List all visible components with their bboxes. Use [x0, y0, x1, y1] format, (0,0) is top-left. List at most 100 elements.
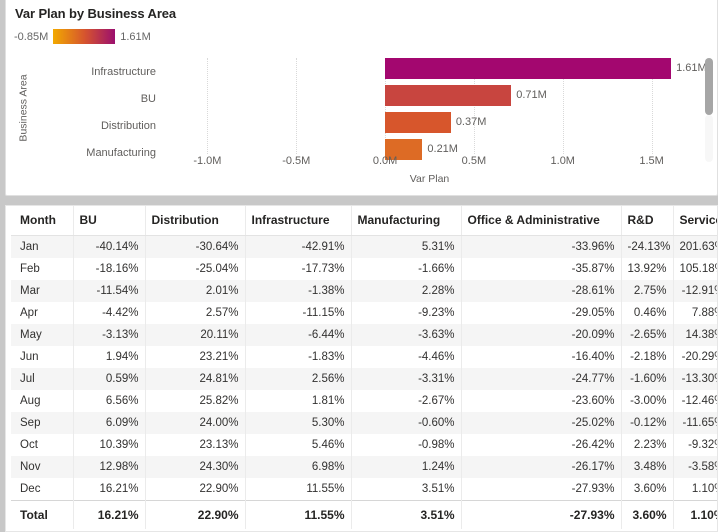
- cell-value[interactable]: 2.57%: [145, 302, 246, 324]
- cell-value[interactable]: -30.64%: [145, 235, 246, 258]
- cell-value[interactable]: 201.63%: [673, 235, 717, 258]
- cell-value[interactable]: -3.13%: [73, 324, 146, 346]
- cell-month[interactable]: Jan: [11, 235, 74, 258]
- table-row[interactable]: Sep 6.09% 24.00% 5.30% -0.60% -25.02% -0.12% -1…: [11, 412, 717, 434]
- cell-value[interactable]: -28.61%: [461, 280, 622, 302]
- chart-scrollbar-thumb[interactable]: [705, 58, 713, 115]
- cell-month[interactable]: Feb: [11, 258, 74, 280]
- cell-month[interactable]: Jul: [11, 368, 74, 390]
- cell-value[interactable]: -12.91%: [673, 280, 717, 302]
- cell-value[interactable]: 25.82%: [145, 390, 246, 412]
- cell-value[interactable]: 0.46%: [621, 302, 674, 324]
- cell-value[interactable]: -3.58%: [673, 456, 717, 478]
- column-header-distribution[interactable]: Distribution: [145, 206, 246, 236]
- bar[interactable]: [385, 58, 672, 79]
- cell-value[interactable]: 2.28%: [351, 280, 462, 302]
- cell-value[interactable]: -1.38%: [245, 280, 352, 302]
- cell-month[interactable]: Mar: [11, 280, 74, 302]
- column-header-services[interactable]: Services: [673, 206, 717, 236]
- cell-value[interactable]: -17.73%: [245, 258, 352, 280]
- cell-value[interactable]: 20.11%: [145, 324, 246, 346]
- cell-value[interactable]: 1.94%: [73, 346, 146, 368]
- cell-value[interactable]: 1.10%: [673, 478, 717, 501]
- cell-value[interactable]: -20.29%: [673, 346, 717, 368]
- bar-row[interactable]: 0.71M: [163, 85, 696, 106]
- cell-value[interactable]: -20.09%: [461, 324, 622, 346]
- cell-value[interactable]: -3.63%: [351, 324, 462, 346]
- cell-month[interactable]: Apr: [11, 302, 74, 324]
- cell-value[interactable]: -1.83%: [245, 346, 352, 368]
- cell-value[interactable]: 1.24%: [351, 456, 462, 478]
- column-header-r-d[interactable]: R&D: [621, 206, 674, 236]
- cell-value[interactable]: -33.96%: [461, 235, 622, 258]
- cell-value[interactable]: 23.13%: [145, 434, 246, 456]
- table-row[interactable]: Apr -4.42% 2.57% -11.15% -9.23% -29.05% 0.46% 7…: [11, 302, 717, 324]
- cell-value[interactable]: -1.66%: [351, 258, 462, 280]
- cell-value[interactable]: -16.40%: [461, 346, 622, 368]
- chart-vertical-scrollbar[interactable]: [705, 58, 713, 162]
- cell-value[interactable]: 5.31%: [351, 235, 462, 258]
- cell-value[interactable]: 1.81%: [245, 390, 352, 412]
- table-row[interactable]: Dec 16.21% 22.90% 11.55% 3.51% -27.93% 3.60% 1.…: [11, 478, 717, 501]
- cell-value[interactable]: -6.44%: [245, 324, 352, 346]
- cell-value[interactable]: 3.51%: [351, 478, 462, 501]
- bar-row[interactable]: 0.37M: [163, 112, 696, 133]
- cell-value[interactable]: 2.56%: [245, 368, 352, 390]
- cell-value[interactable]: -11.65%: [673, 412, 717, 434]
- cell-month[interactable]: Dec: [11, 478, 74, 501]
- cell-value[interactable]: 13.92%: [621, 258, 674, 280]
- cell-value[interactable]: 11.55%: [245, 478, 352, 501]
- grand-total-row[interactable]: Total 16.21% 22.90% 11.55% 3.51% -27.93% 3.60%…: [11, 500, 717, 529]
- cell-value[interactable]: -18.16%: [73, 258, 146, 280]
- cell-month[interactable]: May: [11, 324, 74, 346]
- cell-value[interactable]: -0.98%: [351, 434, 462, 456]
- table-row[interactable]: Mar -11.54% 2.01% -1.38% 2.28% -28.61% 2.75% -1…: [11, 280, 717, 302]
- cell-value[interactable]: 105.18%: [673, 258, 717, 280]
- cell-value[interactable]: -27.93%: [461, 478, 622, 501]
- cell-value[interactable]: 24.30%: [145, 456, 246, 478]
- cell-value[interactable]: -23.60%: [461, 390, 622, 412]
- cell-value[interactable]: -35.87%: [461, 258, 622, 280]
- bar-row[interactable]: 1.61M: [163, 58, 707, 79]
- cell-value[interactable]: 2.23%: [621, 434, 674, 456]
- cell-value[interactable]: 23.21%: [145, 346, 246, 368]
- cell-value[interactable]: -42.91%: [245, 235, 352, 258]
- chart-scrollbar-track[interactable]: [705, 115, 713, 162]
- cell-value[interactable]: -24.13%: [621, 235, 674, 258]
- cell-value[interactable]: 3.48%: [621, 456, 674, 478]
- cell-value[interactable]: -12.46%: [673, 390, 717, 412]
- cell-month[interactable]: Jun: [11, 346, 74, 368]
- cell-value[interactable]: -13.30%: [673, 368, 717, 390]
- cell-value[interactable]: 2.01%: [145, 280, 246, 302]
- table-row[interactable]: Jul 0.59% 24.81% 2.56% -3.31% -24.77% -1.60% -1…: [11, 368, 717, 390]
- table-row[interactable]: Jun 1.94% 23.21% -1.83% -4.46% -16.40% -2.18% -…: [11, 346, 717, 368]
- cell-value[interactable]: 3.60%: [621, 478, 674, 501]
- cell-value[interactable]: -26.42%: [461, 434, 622, 456]
- column-header-bu[interactable]: BU: [73, 206, 146, 236]
- cell-value[interactable]: 6.09%: [73, 412, 146, 434]
- cell-value[interactable]: -4.46%: [351, 346, 462, 368]
- cell-value[interactable]: -2.18%: [621, 346, 674, 368]
- table-row[interactable]: Jan -40.14% -30.64% -42.91% 5.31% -33.96% -24.…: [11, 235, 717, 258]
- cell-value[interactable]: 6.56%: [73, 390, 146, 412]
- cell-value[interactable]: -9.23%: [351, 302, 462, 324]
- cell-value[interactable]: -3.00%: [621, 390, 674, 412]
- cell-value[interactable]: -25.04%: [145, 258, 246, 280]
- cell-value[interactable]: 5.30%: [245, 412, 352, 434]
- cell-month[interactable]: Nov: [11, 456, 74, 478]
- cell-value[interactable]: -11.15%: [245, 302, 352, 324]
- cell-value[interactable]: 24.00%: [145, 412, 246, 434]
- cell-value[interactable]: -9.32%: [673, 434, 717, 456]
- column-header-month[interactable]: Month: [11, 206, 74, 236]
- cell-value[interactable]: 24.81%: [145, 368, 246, 390]
- cell-value[interactable]: -24.77%: [461, 368, 622, 390]
- cell-value[interactable]: 5.46%: [245, 434, 352, 456]
- column-header-infrastructure[interactable]: Infrastructure: [245, 206, 352, 236]
- cell-value[interactable]: 16.21%: [73, 478, 146, 501]
- table-row[interactable]: Nov 12.98% 24.30% 6.98% 1.24% -26.17% 3.48% -3.…: [11, 456, 717, 478]
- column-header-manufacturing[interactable]: Manufacturing: [351, 206, 462, 236]
- table-row[interactable]: Oct 10.39% 23.13% 5.46% -0.98% -26.42% 2.23% -9…: [11, 434, 717, 456]
- table-row[interactable]: Aug 6.56% 25.82% 1.81% -2.67% -23.60% -3.00% -1…: [11, 390, 717, 412]
- bar[interactable]: [385, 112, 451, 133]
- cell-month[interactable]: Oct: [11, 434, 74, 456]
